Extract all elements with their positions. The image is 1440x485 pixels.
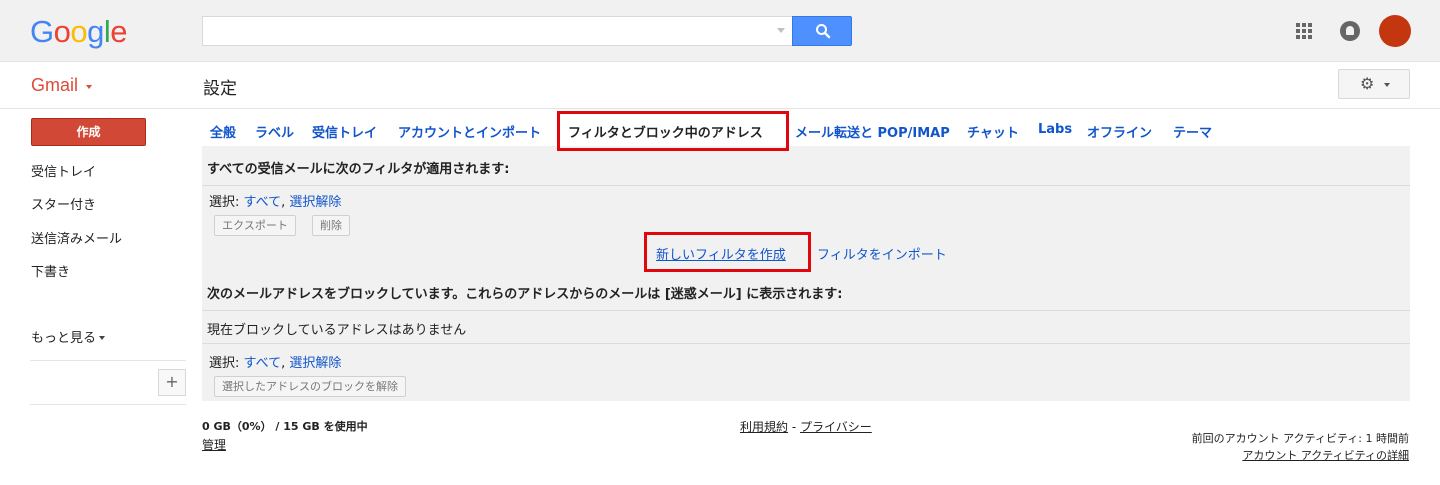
unblock-selected-button[interactable]: 選択したアドレスのブロックを解除 — [214, 376, 406, 397]
terms-link[interactable]: 利用規約 — [740, 420, 788, 434]
tab-themes[interactable]: テーマ — [1173, 122, 1212, 141]
logo-letter: g — [87, 14, 104, 49]
chevron-down-icon — [86, 85, 92, 89]
divider — [202, 343, 1410, 344]
page-title: 設定 — [203, 79, 237, 99]
search-icon — [816, 24, 831, 39]
sidebar-item-inbox[interactable]: 受信トレイ — [31, 161, 96, 180]
tab-chat[interactable]: チャット — [967, 122, 1019, 141]
footer-separator: - — [791, 420, 797, 434]
tab-accounts-import[interactable]: アカウントとインポート — [398, 122, 541, 141]
chevron-down-icon — [777, 28, 785, 33]
top-bar: Google — [0, 0, 1440, 62]
blocked-select-row: 選択: すべて, 選択解除 — [209, 356, 342, 371]
gear-icon: ⚙ — [1360, 74, 1375, 93]
tab-offline[interactable]: オフライン — [1087, 122, 1152, 141]
notifications-icon[interactable] — [1340, 21, 1360, 41]
privacy-link[interactable]: プライバシー — [800, 420, 872, 434]
chevron-down-icon — [99, 336, 106, 340]
select-all-link[interactable]: すべて — [244, 195, 282, 210]
last-activity-text: 前回のアカウント アクティビティ: 1 時間前 — [1191, 432, 1409, 445]
search-input[interactable] — [202, 16, 792, 46]
select-label: 選択: — [209, 195, 240, 210]
tab-inbox[interactable]: 受信トレイ — [312, 122, 377, 141]
search-options-dropdown[interactable] — [771, 16, 792, 46]
gmail-app-switcher[interactable]: Gmail — [31, 75, 78, 96]
logo-letter: e — [110, 14, 128, 49]
tab-general[interactable]: 全般 — [210, 122, 236, 141]
google-logo[interactable]: Google — [30, 14, 128, 50]
select-label: 選択: — [209, 356, 240, 371]
search-button[interactable] — [792, 16, 852, 46]
highlight-box — [557, 111, 789, 151]
settings-button[interactable]: ⚙ — [1338, 69, 1410, 99]
sidebar-more[interactable]: もっと見る — [31, 327, 106, 346]
sub-header: Gmail 設定 ⚙ — [0, 62, 1440, 109]
logo-letter: G — [30, 14, 54, 49]
sidebar-item-drafts[interactable]: 下書き — [31, 261, 70, 280]
activity-details-link[interactable]: アカウント アクティビティの詳細 — [1242, 447, 1409, 463]
sidebar-more-label: もっと見る — [31, 331, 97, 346]
delete-button[interactable]: 削除 — [312, 215, 350, 236]
tab-labels[interactable]: ラベル — [255, 122, 294, 141]
import-filter-link[interactable]: フィルタをインポート — [817, 244, 947, 263]
add-label-button[interactable]: + — [158, 369, 186, 396]
sidebar-item-starred[interactable]: スター付き — [31, 194, 96, 213]
highlight-box — [644, 232, 811, 272]
select-none-link[interactable]: 選択解除 — [289, 356, 341, 371]
storage-usage: 0 GB（0%） / 15 GB を使用中 — [202, 420, 368, 433]
select-all-link[interactable]: すべて — [244, 356, 282, 371]
divider — [30, 360, 186, 361]
avatar[interactable] — [1379, 15, 1411, 47]
export-button[interactable]: エクスポート — [214, 215, 296, 236]
tab-forwarding-pop-imap[interactable]: メール転送と POP/IMAP — [795, 122, 950, 141]
no-blocked-message: 現在ブロックしているアドレスはありません — [207, 323, 467, 338]
divider — [202, 310, 1410, 311]
logo-letter: o — [53, 14, 71, 49]
sidebar-item-sent[interactable]: 送信済みメール — [31, 228, 122, 247]
filters-select-row: 選択: すべて, 選択解除 — [209, 195, 342, 210]
tab-labs[interactable]: Labs — [1038, 122, 1072, 137]
compose-button[interactable]: 作成 — [31, 118, 146, 146]
chevron-down-icon — [1384, 83, 1390, 87]
divider — [30, 404, 186, 405]
footer-links: 利用規約 - プライバシー — [740, 418, 872, 435]
filters-section-title: すべての受信メールに次のフィルタが適用されます: — [207, 162, 510, 177]
select-none-link[interactable]: 選択解除 — [289, 195, 341, 210]
manage-storage-link[interactable]: 管理 — [202, 436, 226, 453]
divider — [202, 185, 1410, 186]
blocked-section-title: 次のメールアドレスをブロックしています。これらのアドレスからのメールは [迷惑メ… — [207, 287, 843, 302]
apps-grid-icon[interactable] — [1296, 23, 1312, 39]
logo-letter: o — [70, 14, 88, 49]
